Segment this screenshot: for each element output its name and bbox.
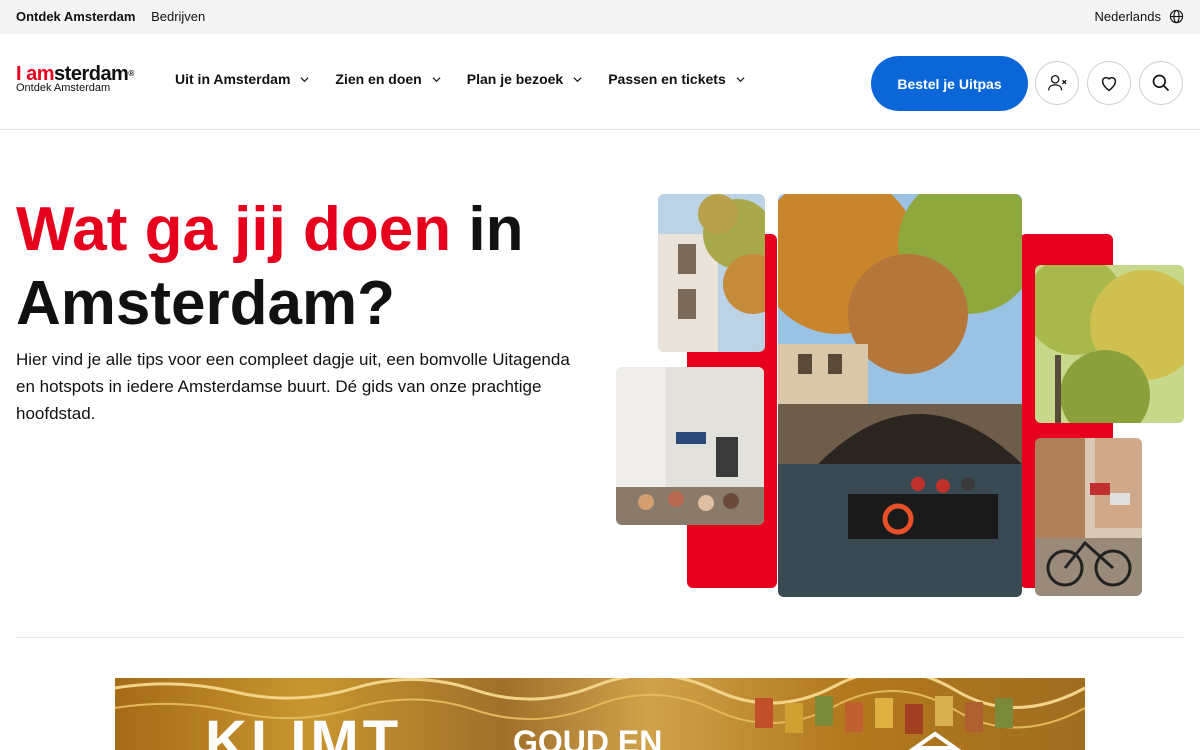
photo-bicycles-street: [1035, 438, 1142, 596]
page-title: Wat ga jij doen in Amsterdam?: [16, 195, 524, 338]
photo-canal-boat-bridge: [778, 194, 1022, 597]
chevron-down-icon: [300, 76, 309, 82]
language-selector[interactable]: Nederlands: [1095, 9, 1185, 24]
banner-subtitle: GOUD EN: [513, 724, 663, 750]
top-links: Ontdek Amsterdam Bedrijven: [16, 9, 217, 24]
photo-canal-house: [658, 194, 765, 352]
language-label: Nederlands: [1094, 9, 1162, 24]
globe-icon: [1169, 9, 1184, 24]
nav-plan-je-bezoek[interactable]: Plan je bezoek: [467, 71, 582, 87]
chevron-down-icon: [432, 76, 441, 82]
photo-street-cafe: [616, 367, 764, 525]
nav-passen-en-tickets[interactable]: Passen en tickets: [608, 71, 745, 87]
promo-banner-klimt[interactable]: KLIMT GOUD EN: [115, 678, 1085, 750]
section-divider: [16, 637, 1184, 638]
logo-wordmark: I amsterdam®: [16, 63, 134, 85]
main-header: I amsterdam® Ontdek Amsterdam Uit in Ams…: [0, 34, 1200, 130]
heart-icon: [1101, 76, 1117, 92]
account-button[interactable]: [1035, 61, 1079, 105]
user-icon: [1048, 75, 1067, 91]
search-icon: [1152, 74, 1170, 92]
banner-title: KLIMT: [205, 709, 403, 750]
favorites-button[interactable]: [1087, 61, 1131, 105]
logo[interactable]: I amsterdam® Ontdek Amsterdam: [16, 64, 134, 94]
nav-uit-in-amsterdam[interactable]: Uit in Amsterdam: [175, 71, 309, 87]
chevron-down-icon: [736, 76, 745, 82]
photo-autumn-trees: [1035, 265, 1184, 423]
order-uitpas-button[interactable]: Bestel je Uitpas: [871, 56, 1028, 111]
top-link-ontdek[interactable]: Ontdek Amsterdam: [16, 9, 135, 24]
hero-photo-collage: [610, 190, 1190, 600]
chevron-down-icon: [573, 76, 582, 82]
nav-zien-en-doen[interactable]: Zien en doen: [335, 71, 441, 87]
hero-intro-text: Hier vind je alle tips voor een compleet…: [16, 350, 570, 423]
main-nav: Uit in Amsterdam Zien en doen Plan je be…: [175, 71, 745, 87]
search-button[interactable]: [1139, 61, 1183, 105]
top-link-bedrijven[interactable]: Bedrijven: [151, 9, 205, 24]
top-utility-bar: Ontdek Amsterdam Bedrijven Nederlands: [0, 0, 1200, 34]
